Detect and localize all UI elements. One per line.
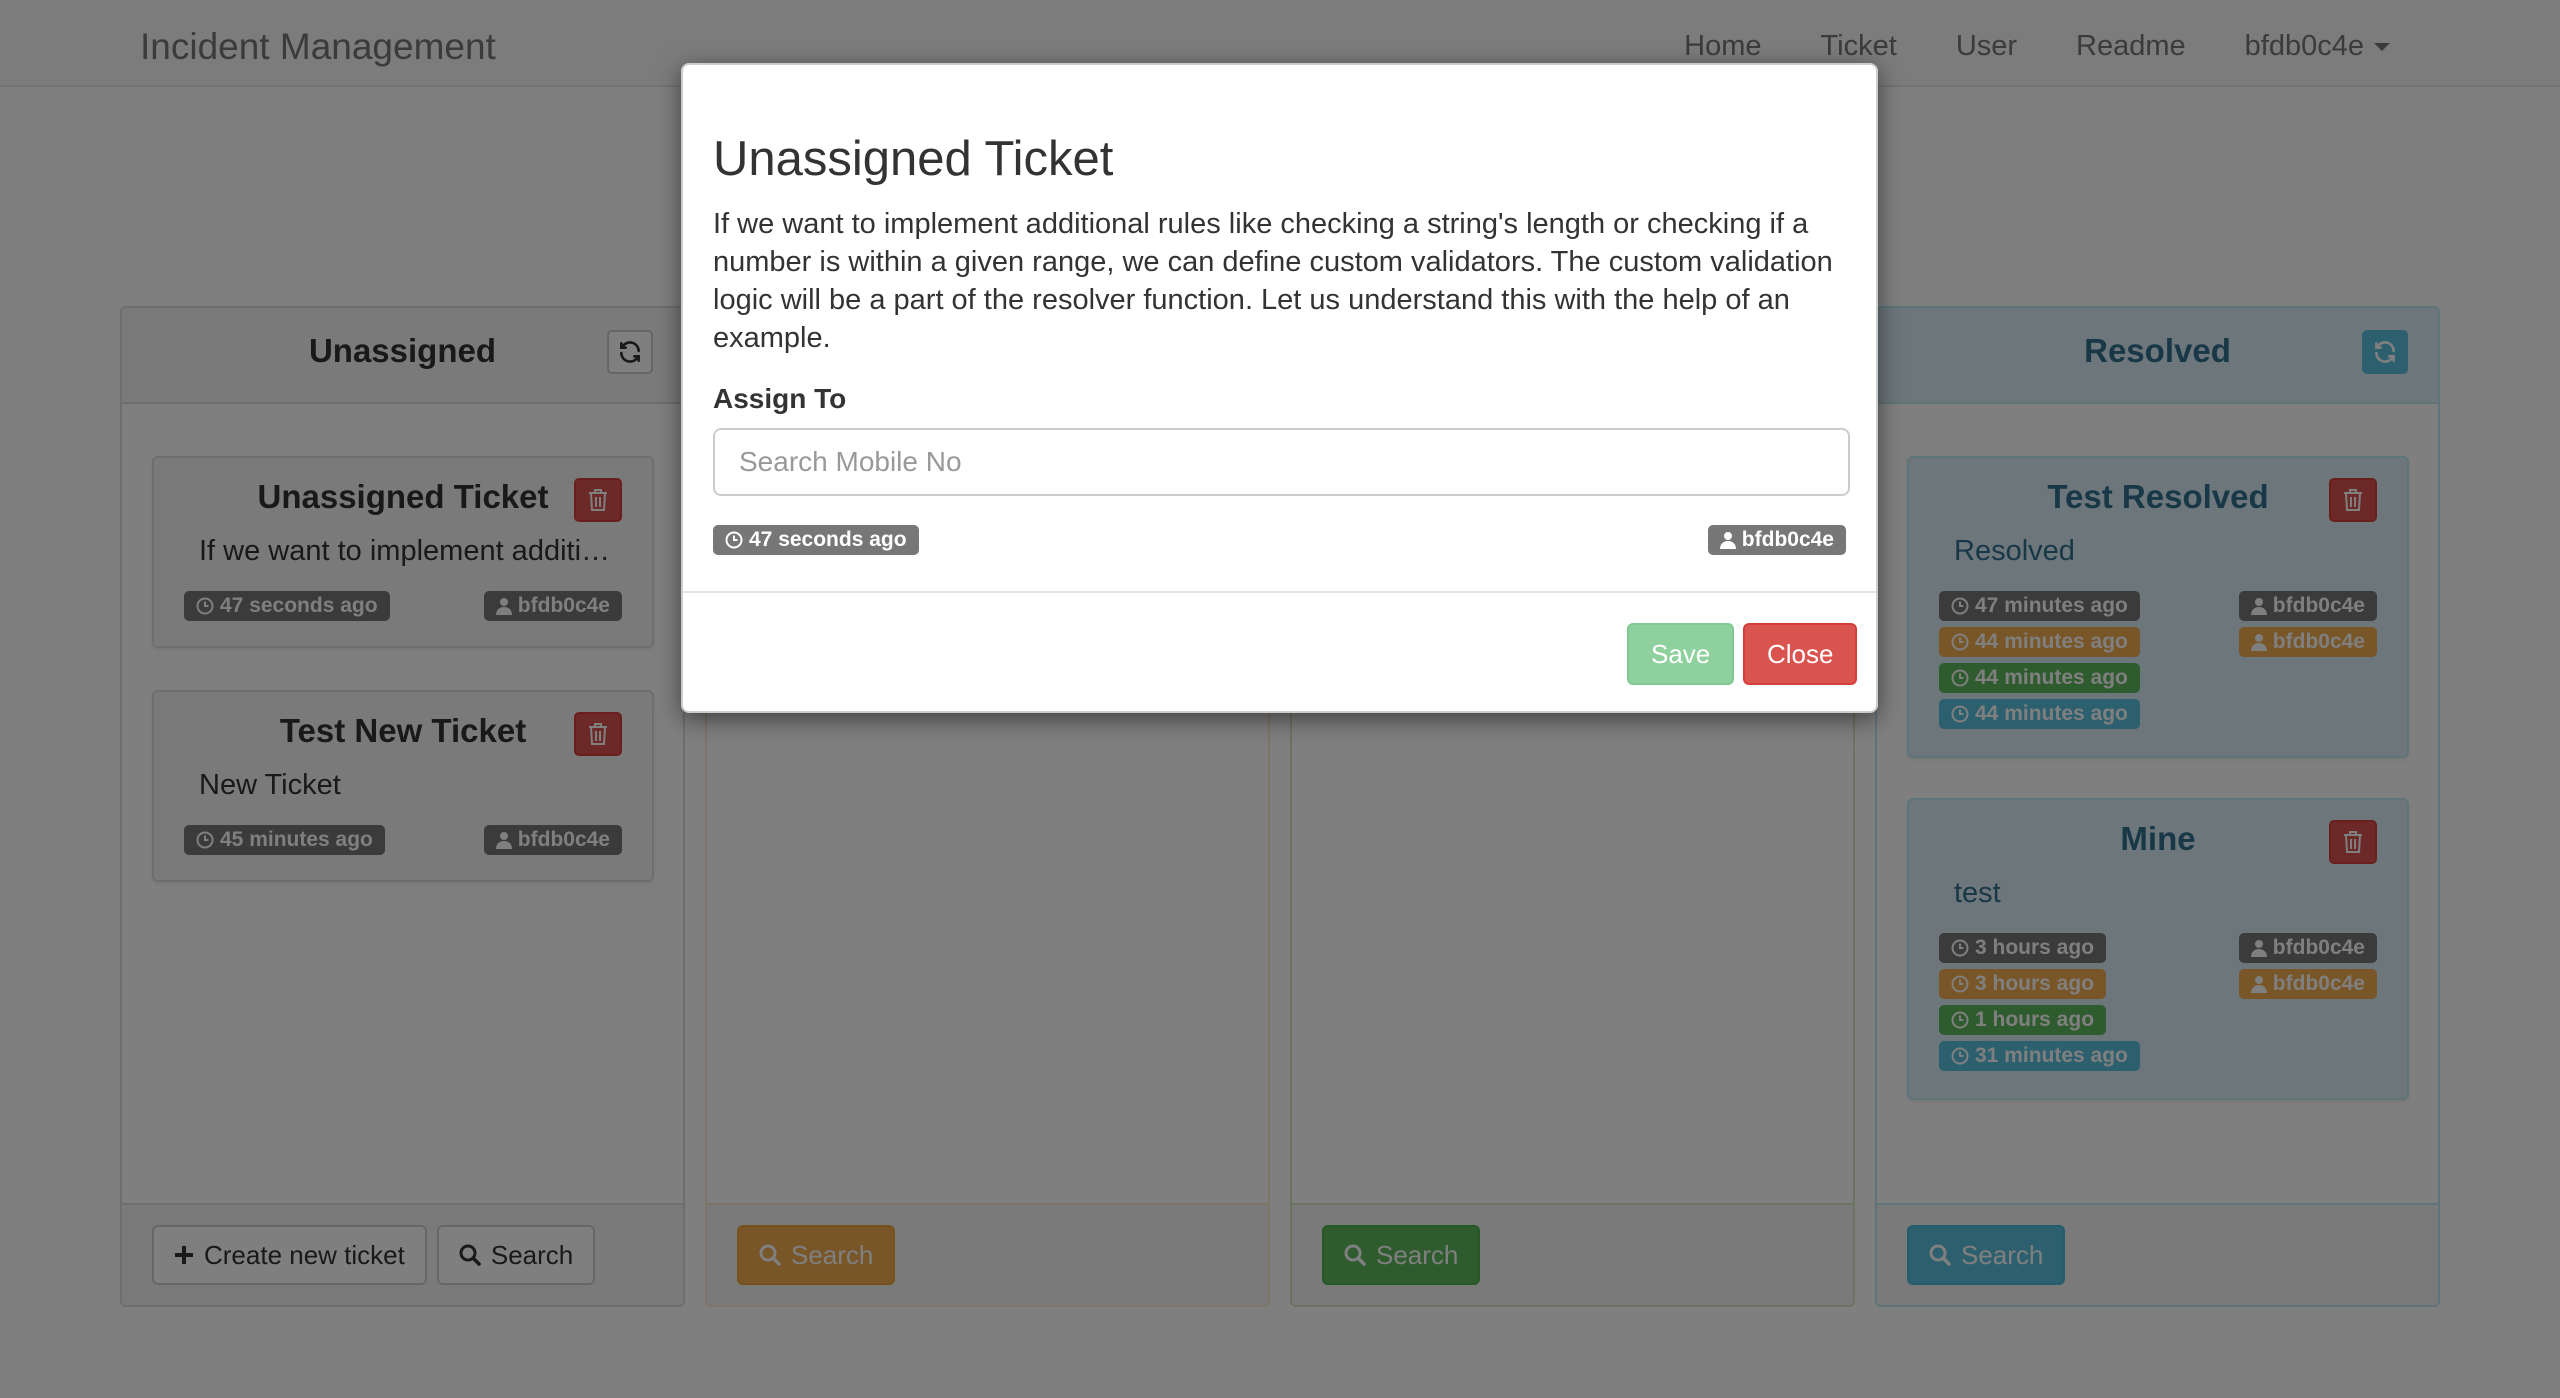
- user-icon: [1719, 532, 1736, 549]
- close-button[interactable]: Close: [1743, 623, 1858, 685]
- modal-description: If we want to implement additional rules…: [713, 208, 1833, 354]
- ticket-modal: Unassigned Ticket If we want to implemen…: [681, 63, 1878, 713]
- search-mobile-input[interactable]: [713, 428, 1850, 496]
- modal-title: Unassigned Ticket: [713, 132, 1114, 186]
- save-button[interactable]: Save: [1627, 623, 1735, 685]
- user-badge: bfdb0c4e: [1707, 525, 1846, 555]
- clock-icon: [725, 531, 743, 549]
- assign-to-label: Assign To: [713, 383, 847, 414]
- modal-divider: [683, 591, 1876, 593]
- time-badge: 47 seconds ago: [713, 525, 919, 555]
- user-text: bfdb0c4e: [1741, 528, 1834, 551]
- time-text: 47 seconds ago: [749, 528, 907, 551]
